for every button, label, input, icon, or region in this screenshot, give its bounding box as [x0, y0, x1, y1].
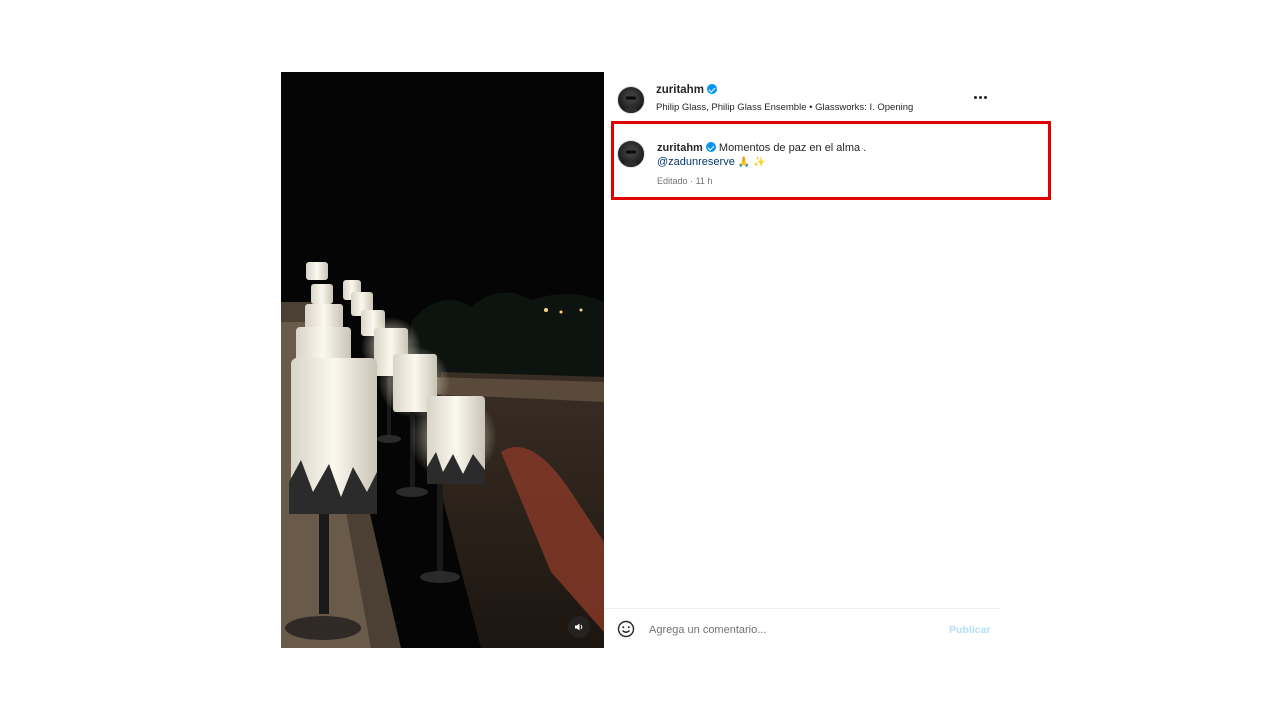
comment-input[interactable] [649, 621, 929, 639]
caption-first-line: zuritahm Momentos de paz en el alma . [657, 142, 866, 154]
more-options-button[interactable] [970, 90, 990, 104]
more-dot [983, 95, 987, 99]
avatar-photo-icon [621, 146, 641, 167]
comment-divider [604, 608, 1000, 609]
caption-second-line: @zadunreserve 🙏 ✨ [657, 156, 766, 168]
caption-text: Momentos de paz en el alma . [718, 142, 867, 154]
mute-toggle-button[interactable] [568, 616, 590, 638]
caption-author-avatar[interactable] [617, 140, 645, 168]
lantern-scene-image [281, 72, 604, 648]
header-username-text[interactable]: zuritahm [656, 84, 704, 96]
speaker-icon [575, 623, 583, 631]
publish-button[interactable]: Publicar [949, 624, 990, 636]
post-header-username[interactable]: zuritahm [656, 84, 717, 96]
verified-badge-icon [705, 142, 716, 152]
author-avatar[interactable] [617, 86, 645, 114]
more-options-icon [973, 95, 977, 99]
caption-mention-link[interactable]: @zadunreserve [657, 156, 735, 168]
avatar-photo-icon [621, 92, 641, 113]
caption-emojis: 🙏 ✨ [737, 157, 766, 168]
caption-username[interactable]: zuritahm [657, 142, 703, 154]
meta-separator: · [690, 176, 694, 186]
verified-badge-icon [706, 84, 717, 94]
post-media-video[interactable] [281, 72, 604, 648]
emoji-smile-icon[interactable] [617, 620, 635, 638]
post-music-info[interactable]: Philip Glass, Philip Glass Ensemble • Gl… [656, 102, 913, 113]
edited-label: Editado [657, 176, 688, 186]
more-dot [978, 95, 982, 99]
caption-meta: Editado · 11 h [657, 176, 712, 186]
post-time[interactable]: 11 h [696, 176, 713, 186]
